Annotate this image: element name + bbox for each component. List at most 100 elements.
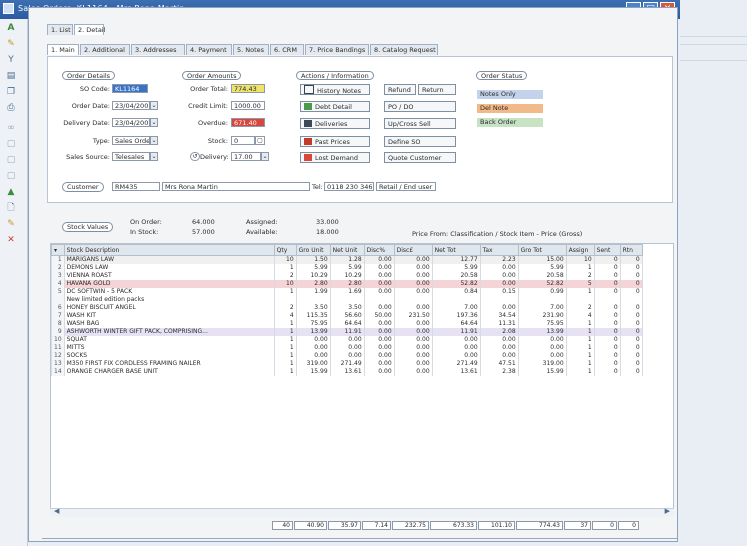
table-cell[interactable] xyxy=(479,296,519,304)
table-cell[interactable]: 0 xyxy=(593,328,621,336)
table-cell[interactable]: 5.99 xyxy=(431,264,481,272)
tool-icon[interactable]: ▢ xyxy=(4,155,18,165)
customer-button[interactable]: Customer xyxy=(62,182,104,192)
table-cell[interactable]: 319.00 xyxy=(295,360,331,368)
table-row[interactable]: 5 DC SOFTWIN - 5 PACK 1 1.99 1.69 0.00 0.00 0.8… xyxy=(51,288,643,296)
table-cell[interactable]: 2.08 xyxy=(479,328,519,336)
column-header[interactable]: Gro Tot xyxy=(517,244,567,256)
order-date-dropdown[interactable]: ⌄ xyxy=(150,101,158,110)
stock-info-icon[interactable]: ▢ xyxy=(255,136,265,145)
table-cell[interactable]: 0 xyxy=(593,264,621,272)
table-cell[interactable]: 0.00 xyxy=(295,344,331,352)
order-date-field[interactable]: 23/04/2007 xyxy=(112,101,150,110)
table-cell[interactable]: 0.00 xyxy=(479,304,519,312)
table-cell[interactable]: 0.00 xyxy=(393,304,433,312)
define-so-button[interactable]: Define SO xyxy=(384,136,456,147)
add-icon[interactable]: A xyxy=(4,23,18,33)
table-cell[interactable]: 14 xyxy=(51,368,65,376)
table-cell[interactable]: 20.58 xyxy=(517,272,567,280)
table-cell[interactable]: 1 xyxy=(565,320,595,328)
column-header[interactable]: Sent xyxy=(593,244,621,256)
table-cell[interactable]: 10 xyxy=(51,336,65,344)
table-cell[interactable] xyxy=(329,296,365,304)
table-cell[interactable]: 0.15 xyxy=(479,288,519,296)
table-cell[interactable]: 4 xyxy=(51,280,65,288)
table-cell[interactable]: 6 xyxy=(51,304,65,312)
table-cell[interactable]: 0.00 xyxy=(329,344,365,352)
table-cell[interactable]: 1 xyxy=(565,328,595,336)
tool-icon[interactable]: ▢ xyxy=(4,139,18,149)
table-cell[interactable] xyxy=(295,296,331,304)
table-cell[interactable]: 0.99 xyxy=(517,288,567,296)
po-do-button[interactable]: PO / DO xyxy=(384,101,456,112)
template-icon[interactable]: ✎ xyxy=(4,39,18,49)
table-cell[interactable]: 0 xyxy=(593,288,621,296)
table-cell[interactable]: 4 xyxy=(565,312,595,320)
stock-description-cell[interactable]: DC SOFTWIN - 5 PACK xyxy=(63,288,275,296)
table-row[interactable]: 9 ASHWORTH WINTER GIFT PACK, COMPRISING..… xyxy=(51,328,643,336)
table-cell[interactable]: 0.00 xyxy=(329,352,365,360)
table-cell[interactable]: 0 xyxy=(593,336,621,344)
sales-source-select[interactable]: Telesales xyxy=(112,152,150,161)
column-header[interactable]: Net Unit xyxy=(329,244,365,256)
table-row[interactable]: 10 SQUAT 1 0.00 0.00 0.00 0.00 0.00 0.00 0.00 1 0 0 xyxy=(51,336,643,344)
table-row[interactable]: 2 DEMONS LAW 1 5.99 5.99 0.00 0.00 5.99 0.00 5.99… xyxy=(51,264,643,272)
table-cell[interactable]: 47.51 xyxy=(479,360,519,368)
table-cell[interactable]: 1.50 xyxy=(295,255,331,264)
stock-description-cell[interactable]: SQUAT xyxy=(63,336,275,344)
stock-description-cell[interactable]: ASHWORTH WINTER GIFT PACK, COMPRISING... xyxy=(63,328,275,336)
table-cell[interactable]: 13.99 xyxy=(295,328,331,336)
table-cell[interactable]: 1 xyxy=(273,352,297,360)
table-cell[interactable]: 0 xyxy=(593,304,621,312)
table-cell[interactable]: 1 xyxy=(51,255,65,264)
table-cell[interactable]: 0.00 xyxy=(329,336,365,344)
table-cell[interactable]: 0 xyxy=(593,312,621,320)
table-cell[interactable]: 0.00 xyxy=(431,336,481,344)
table-cell[interactable]: 0.00 xyxy=(393,320,433,328)
table-cell[interactable]: 0.00 xyxy=(363,336,395,344)
table-cell[interactable]: 0 xyxy=(619,312,643,320)
status-back-order[interactable]: Back Order xyxy=(477,118,543,127)
column-header[interactable]: Assign xyxy=(565,244,595,256)
column-header[interactable]: Gro Unit xyxy=(295,244,331,256)
table-cell[interactable]: 10.29 xyxy=(295,272,331,280)
stock-description-cell[interactable]: VIENNA ROAST xyxy=(63,272,275,280)
table-cell[interactable]: 5 xyxy=(51,288,65,296)
tab-main[interactable]: 1. Main xyxy=(47,44,79,55)
table-cell[interactable]: 0.00 xyxy=(393,352,433,360)
table-cell[interactable]: 5.99 xyxy=(295,264,331,272)
delivery-date-field[interactable]: 23/04/2007 xyxy=(112,118,150,127)
refund-button[interactable]: Refund xyxy=(384,84,416,95)
copy-icon[interactable]: ❐ xyxy=(4,87,18,97)
tab-additional[interactable]: 2. Additional xyxy=(80,44,130,55)
table-cell[interactable]: 0.00 xyxy=(393,280,433,288)
table-cell[interactable]: 0.00 xyxy=(479,264,519,272)
table-cell[interactable]: 0.00 xyxy=(363,320,395,328)
table-cell[interactable]: 4 xyxy=(273,312,297,320)
column-header[interactable]: Disc£ xyxy=(393,244,433,256)
table-cell[interactable]: 15.99 xyxy=(295,368,331,376)
stock-values-button[interactable]: Stock Values xyxy=(62,222,114,232)
table-cell[interactable]: 2.23 xyxy=(479,255,519,264)
table-cell[interactable]: 271.49 xyxy=(329,360,365,368)
table-cell[interactable]: 0.00 xyxy=(363,288,395,296)
table-cell[interactable]: 2 xyxy=(273,272,297,280)
table-cell[interactable]: 0 xyxy=(619,280,643,288)
column-chooser-icon[interactable]: ▾ xyxy=(51,244,65,256)
table-row[interactable]: New limited edition packs xyxy=(51,296,643,304)
table-cell[interactable]: 1 xyxy=(273,344,297,352)
document-icon[interactable]: ▤ xyxy=(4,71,18,81)
table-row[interactable]: 3 VIENNA ROAST 2 10.29 10.29 0.00 0.00 20.58 0.0… xyxy=(51,272,643,280)
table-cell[interactable]: 0.00 xyxy=(393,336,433,344)
tab-crm[interactable]: 6. CRM xyxy=(270,44,304,55)
table-cell[interactable]: 1 xyxy=(565,352,595,360)
stock-description-cell[interactable]: ORANGE CHARGER BASE UNIT xyxy=(63,368,275,376)
table-row[interactable]: 11 MITTS 1 0.00 0.00 0.00 0.00 0.00 0.00 0.00 1 0 0 xyxy=(51,344,643,352)
table-cell[interactable]: 52.82 xyxy=(517,280,567,288)
table-cell[interactable]: 231.90 xyxy=(517,312,567,320)
column-header[interactable]: Disc% xyxy=(363,244,395,256)
stock-description-cell[interactable]: HONEY BISCUIT ANGEL xyxy=(63,304,275,312)
table-row[interactable]: 8 WASH BAG 1 75.95 64.64 0.00 0.00 64.64 11.31 75… xyxy=(51,320,643,328)
table-cell[interactable]: 1 xyxy=(273,264,297,272)
delivery-icon[interactable]: ↺ xyxy=(190,152,200,161)
